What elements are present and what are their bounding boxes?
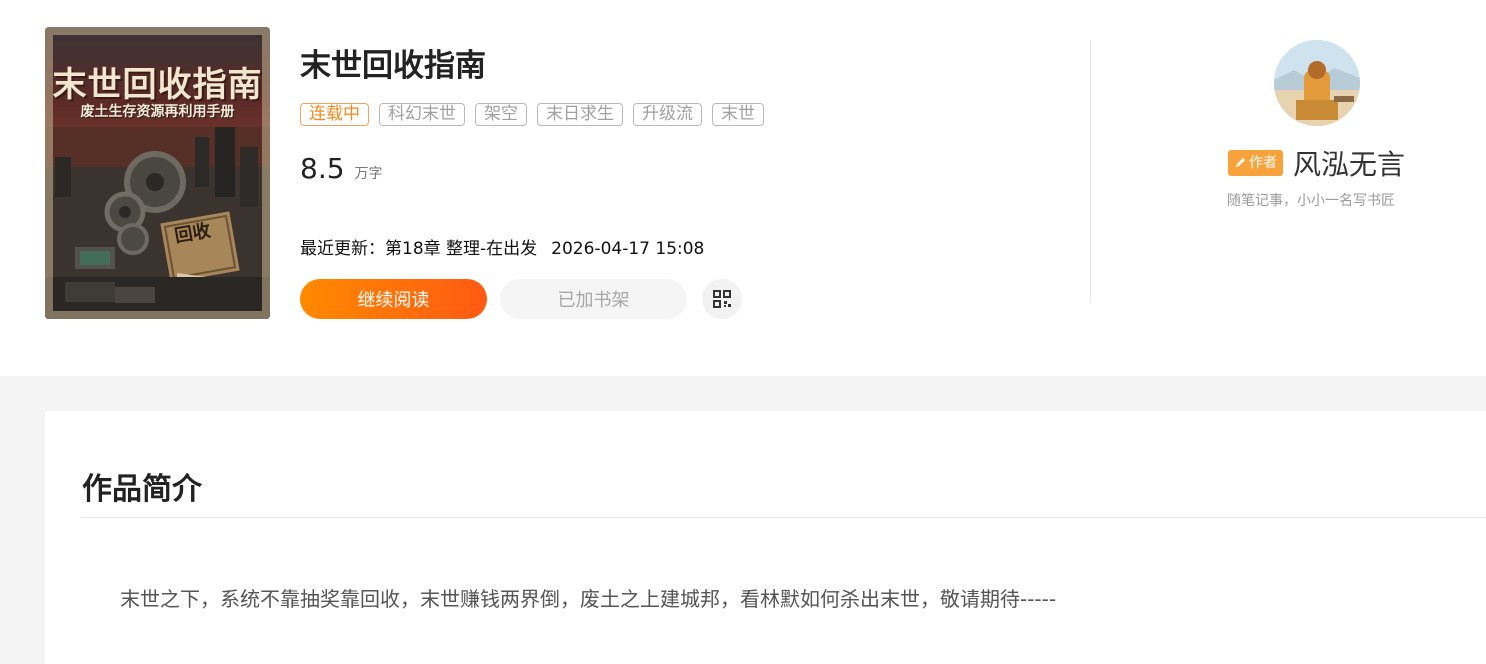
- book-cover[interactable]: 回收 末世回收指南 废土生存资源再利用手册: [45, 27, 270, 319]
- qr-code-icon: [713, 290, 731, 308]
- latest-chapter-link[interactable]: 最近更新：第18章 整理-在出发: [300, 239, 537, 259]
- tag-item[interactable]: 末世: [712, 103, 764, 126]
- word-count-value: 8.5: [300, 152, 345, 185]
- tag-list: 连载中 科幻末世 架空 末日求生 升级流 末世: [300, 103, 764, 126]
- author-badge: 作者: [1228, 150, 1283, 176]
- author-name[interactable]: 风泓无言: [1293, 143, 1405, 183]
- status-badge: 连载中: [300, 103, 369, 126]
- tag-item[interactable]: 末日求生: [537, 103, 623, 126]
- vertical-divider: [1090, 40, 1091, 303]
- intro-card: 作品简介 末世之下，系统不靠抽奖靠回收，末世赚钱两界倒，废土之上建城邦，看林默如…: [45, 411, 1486, 664]
- tag-item[interactable]: 架空: [475, 103, 527, 126]
- pen-icon: [1236, 158, 1245, 167]
- latest-update-time: 2026-04-17 15:08: [551, 239, 705, 259]
- avatar-image: [1274, 40, 1360, 126]
- continue-reading-button[interactable]: 继续阅读: [300, 279, 487, 319]
- intro-heading: 作品简介: [82, 472, 202, 507]
- word-count: 8.5 万字: [300, 152, 383, 185]
- intro-divider: [81, 517, 1486, 518]
- book-title: 末世回收指南: [300, 48, 486, 84]
- latest-update[interactable]: 最近更新：第18章 整理-在出发 2026-04-17 15:08: [300, 234, 704, 259]
- author-badge-label: 作者: [1249, 155, 1277, 171]
- tag-item[interactable]: 科幻末世: [379, 103, 465, 126]
- author-row: 作者 风泓无言: [1228, 143, 1405, 183]
- avatar[interactable]: [1274, 40, 1360, 126]
- word-count-unit: 万字: [354, 166, 383, 182]
- bookshelf-button[interactable]: 已加书架: [500, 279, 687, 319]
- cover-title: 末世回收指南: [52, 65, 263, 105]
- book-header: 回收 末世回收指南 废土生存资源再利用手册 末世回收指南 连载中 科幻末世 架空…: [0, 0, 1486, 376]
- tag-item[interactable]: 升级流: [633, 103, 702, 126]
- cover-illustration: 回收: [45, 127, 270, 319]
- intro-text: 末世之下，系统不靠抽奖靠回收，末世赚钱两界倒，废土之上建城邦，看林默如何杀出末世…: [120, 587, 1057, 611]
- author-bio: 随笔记事，小小一名写书匠: [1227, 193, 1395, 209]
- cover-subtitle: 废土生存资源再利用手册: [80, 104, 235, 120]
- qr-code-button[interactable]: [702, 279, 742, 319]
